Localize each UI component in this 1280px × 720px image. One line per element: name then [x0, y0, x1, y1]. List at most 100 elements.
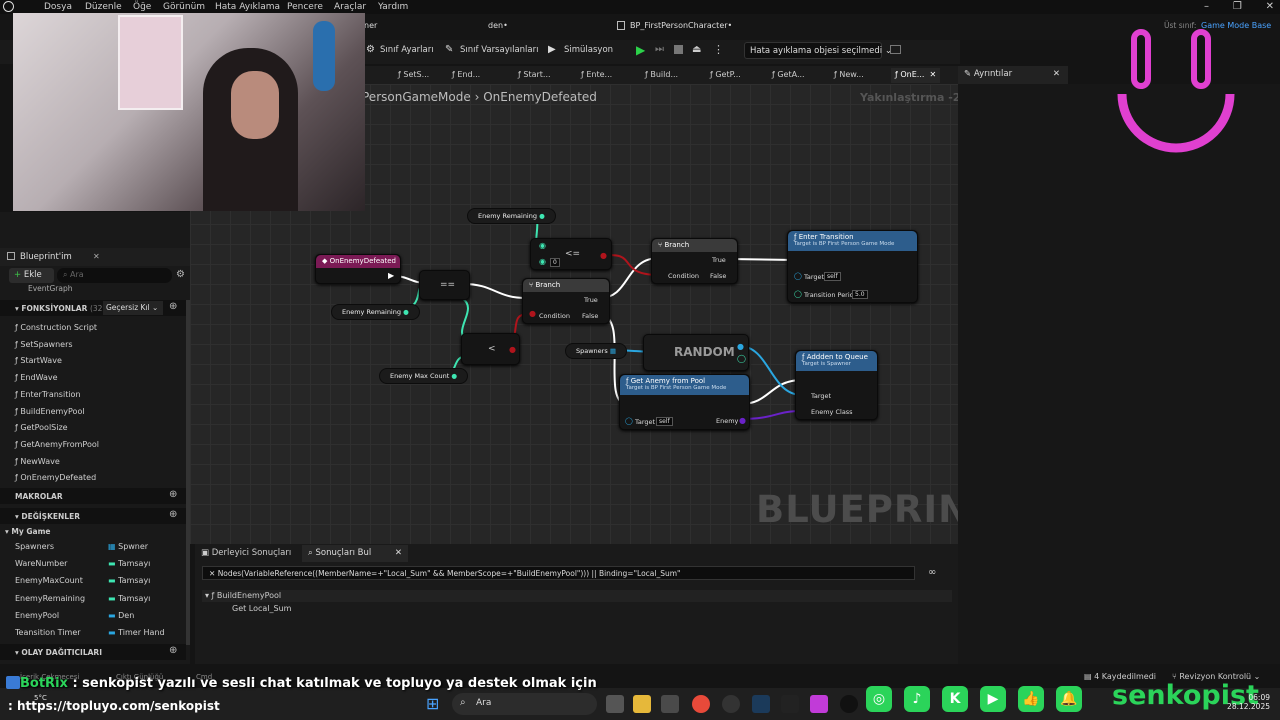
function-item[interactable]: ƒ GetAnemyFromPool: [15, 440, 99, 449]
steam-icon[interactable]: [752, 695, 770, 713]
close-panel-icon[interactable]: ✕: [93, 252, 100, 261]
variable-type[interactable]: ▬ Den: [108, 611, 134, 620]
variable-type[interactable]: ▬ Timer Hand: [108, 628, 165, 637]
override-dropdown[interactable]: Geçersiz Kıl ⌄: [103, 301, 163, 315]
task-view-icon[interactable]: [606, 695, 624, 713]
exec-pin-out[interactable]: ▶: [388, 271, 394, 280]
chrome-icon[interactable]: [692, 695, 710, 713]
weather-temp[interactable]: 5°C: [34, 694, 47, 702]
random-node[interactable]: RANDOM ● ◯: [643, 334, 749, 371]
function-item[interactable]: ƒ SetSpawners: [15, 340, 73, 349]
variable-type[interactable]: ▬ Tamsayı: [108, 576, 150, 585]
youtube-icon: ▶: [980, 686, 1006, 712]
app-pink-icon[interactable]: [810, 695, 828, 713]
var-node-enemy-remaining-left[interactable]: Enemy Remaining ●: [331, 304, 420, 320]
period-value[interactable]: 5.0: [852, 290, 868, 299]
search-icon: ⌕: [63, 270, 68, 279]
function-item[interactable]: ƒ StartWave: [15, 356, 62, 365]
branch-icon: ⑂: [529, 281, 534, 289]
function-item[interactable]: ƒ GetPoolSize: [15, 423, 68, 432]
get-anemy-node[interactable]: ƒ Get Anemy from Pool Target is BP First …: [619, 374, 750, 430]
result-parent[interactable]: ▾ ƒ BuildEnemyPool: [205, 591, 281, 600]
period-pin[interactable]: ◯: [794, 290, 802, 298]
lte-node[interactable]: ◉ ◉ 0 <= ●: [530, 238, 612, 270]
app-icon[interactable]: [722, 695, 740, 713]
event-graph-item[interactable]: EventGraph: [28, 284, 73, 293]
stream-logo-icon: [1117, 29, 1235, 153]
bool-pin-out[interactable]: ●: [509, 345, 516, 354]
target-value[interactable]: self: [824, 272, 841, 281]
lte-value[interactable]: 0: [550, 258, 560, 267]
equals-node[interactable]: ==: [419, 270, 470, 300]
var-node-spawners[interactable]: Spawners ▦: [565, 343, 627, 359]
webcam-overlay: [13, 13, 365, 211]
instagram-icon: ◎: [866, 686, 892, 712]
function-item[interactable]: ƒ NewWave: [15, 457, 60, 466]
panel-scrollbar[interactable]: [186, 300, 190, 645]
add-queue-node[interactable]: ƒ Addden to Queue Target is Spawner Targe…: [795, 350, 878, 420]
macros-section-header[interactable]: MAKROLAR: [0, 488, 186, 504]
add-macro-icon[interactable]: ⊕: [169, 489, 177, 500]
panel-title: Blueprint'im: [20, 252, 72, 262]
variable-name[interactable]: Spawners: [15, 542, 54, 551]
random-index-pin[interactable]: ◯: [737, 354, 746, 363]
unreal-taskbar-icon[interactable]: [840, 695, 858, 713]
lt-symbol: <: [488, 344, 496, 354]
add-dispatcher-icon[interactable]: ⊕: [169, 645, 177, 656]
binoculars-icon[interactable]: ∞: [928, 567, 936, 578]
function-item[interactable]: ƒ OnEnemyDefeated: [15, 473, 96, 482]
find-results-query-input[interactable]: ✕ Nodes(VariableReference((MemberName=+"…: [202, 566, 915, 580]
close-tab-icon[interactable]: ✕: [395, 548, 402, 558]
int-pin-b[interactable]: ◉: [539, 257, 546, 266]
branch1-condition-label: Condition: [539, 312, 571, 320]
target-label: Target: [804, 273, 825, 281]
taskbar-search[interactable]: Ara: [452, 693, 597, 715]
condition-pin[interactable]: ●: [529, 309, 536, 318]
clear-icon[interactable]: ✕: [209, 569, 215, 578]
lt-node[interactable]: < ●: [461, 333, 520, 365]
target-pin[interactable]: ◯: [794, 272, 802, 280]
store-icon[interactable]: [661, 695, 679, 713]
branch-node-2[interactable]: ⑂ Branch True False Condition: [651, 238, 738, 284]
result-child[interactable]: Get Local_Sum: [232, 604, 291, 613]
bool-pin-out[interactable]: ●: [600, 251, 607, 260]
add-button[interactable]: + Ekle: [9, 268, 54, 283]
taskbar-clock[interactable]: 06:09 28.12.2025: [1222, 693, 1270, 711]
variable-name[interactable]: EnemyRemaining: [15, 594, 85, 603]
function-item[interactable]: ƒ Construction Script: [15, 323, 97, 332]
target-pin[interactable]: ◯: [625, 417, 633, 425]
variable-name[interactable]: EnemyMaxCount: [15, 576, 83, 585]
variable-name[interactable]: EnemyPool: [15, 611, 59, 620]
lte-symbol: <=: [565, 249, 581, 259]
variable-type[interactable]: ▦ Spwner: [108, 542, 148, 551]
variables-section-header[interactable]: ▾ DEĞİŞKENLER: [0, 508, 186, 524]
enemy-pin[interactable]: ●: [739, 416, 746, 425]
event-node-onenemydefeated[interactable]: ◆ OnEnemyDefeated ▶: [315, 254, 401, 284]
variable-name[interactable]: WareNumber: [15, 559, 67, 568]
dispatchers-section-header[interactable]: ▾ OLAY DAĞITICILARI: [0, 644, 186, 660]
windows-start-icon[interactable]: ⊞: [426, 694, 439, 713]
file-explorer-icon[interactable]: [633, 695, 651, 713]
function-item[interactable]: ƒ BuildEnemyPool: [15, 407, 85, 416]
search-input[interactable]: ⌕ Ara: [57, 268, 172, 283]
settings-icon[interactable]: ⚙: [176, 269, 185, 280]
add-function-icon[interactable]: ⊕: [169, 301, 177, 312]
variable-name[interactable]: Teansition Timer: [15, 628, 81, 637]
function-item[interactable]: ƒ EnterTransition: [15, 390, 81, 399]
branch-node-1[interactable]: ⑂ Branch True False Condition ●: [522, 278, 610, 324]
var-node-enemy-max-count[interactable]: Enemy Max Count ●: [379, 368, 469, 384]
var-node-enemy-remaining-top[interactable]: Enemy Remaining ●: [467, 208, 556, 224]
tab-find-results[interactable]: ⌕ Sonuçları Bul ✕: [302, 545, 408, 562]
function-item[interactable]: ƒ EndWave: [15, 373, 58, 382]
tab-compiler-results[interactable]: ▣ Derleyici Sonuçları: [201, 548, 291, 558]
enter-transition-node[interactable]: ƒ Enter Transition Target is BP First Per…: [787, 230, 918, 303]
result-row[interactable]: [202, 590, 952, 602]
random-out-pin[interactable]: ●: [737, 342, 744, 351]
variable-type[interactable]: ▬ Tamsayı: [108, 594, 150, 603]
variable-type[interactable]: ▬ Tamsayı: [108, 559, 150, 568]
add-variable-icon[interactable]: ⊕: [169, 509, 177, 520]
target-value[interactable]: self: [656, 417, 673, 426]
int-pin-a[interactable]: ◉: [539, 241, 546, 250]
epic-games-icon[interactable]: [781, 695, 799, 713]
variables-group[interactable]: ▾ My Game: [5, 527, 50, 536]
